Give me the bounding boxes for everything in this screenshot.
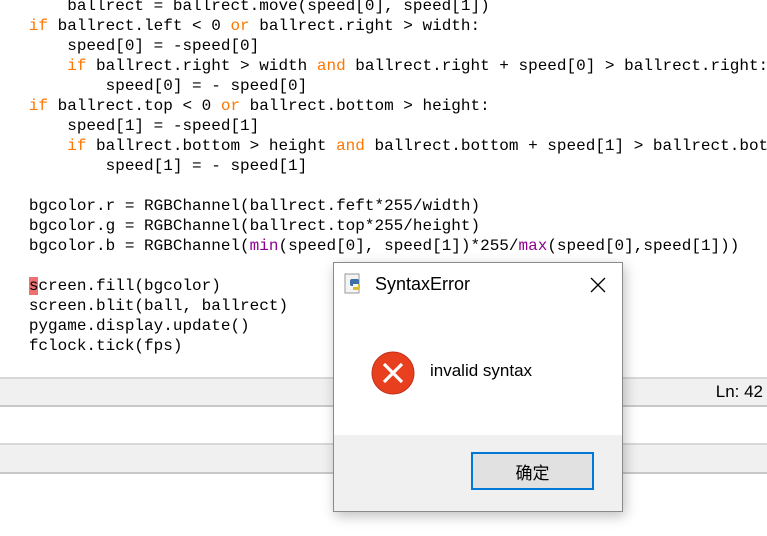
code-token: (speed[0], speed[1])*255/	[278, 237, 519, 255]
code-token: bgcolor.g = RGBChannel(ballrect.top*255/…	[28, 217, 481, 235]
line-number: Ln: 42	[715, 382, 763, 401]
error-icon	[371, 351, 415, 395]
keyword-token: if	[67, 137, 87, 155]
code-token: ballrect.bottom > height	[86, 137, 337, 155]
code-token: speed[0] = -speed[0]	[28, 37, 260, 55]
code-line: bgcolor.g = RGBChannel(ballrect.top*255/…	[0, 216, 767, 236]
code-token: ballrect.bottom > height:	[240, 97, 490, 115]
keyword-token: and	[316, 57, 346, 75]
code-token: ballrect.left < 0	[48, 17, 231, 35]
code-token: bgcolor.b = RGBChannel(	[28, 237, 250, 255]
code-line: if ballrect.left < 0 or ballrect.right >…	[0, 16, 767, 36]
code-token: ballrect.right > width	[86, 57, 317, 75]
python-icon	[344, 273, 360, 294]
code-line: bgcolor.b = RGBChannel(min(speed[0], spe…	[0, 236, 767, 256]
dialog-title: SyntaxError	[375, 274, 471, 294]
error-highlight: s	[28, 277, 39, 295]
code-token: speed[0] = - speed[0]	[28, 77, 308, 95]
keyword-token: if	[28, 17, 49, 35]
code-token: (speed[0],speed[1]))	[547, 237, 740, 255]
builtin-token: min	[249, 237, 279, 255]
code-token: screen.blit(ball, ballrect)	[28, 297, 289, 315]
syntax-error-dialog: SyntaxError invalid syntax 确定	[333, 262, 623, 512]
code-token: creen.fill(bgcolor)	[38, 277, 221, 295]
code-token: speed[1] = - speed[1]	[28, 157, 308, 175]
code-token: ballrect.right + speed[0] > ballrect.rig…	[345, 57, 767, 75]
keyword-token: and	[336, 137, 365, 155]
code-line: speed[1] = -speed[1]	[0, 116, 767, 136]
code-token: speed[1] = -speed[1]	[28, 117, 260, 135]
code-token: bgcolor.r = RGBChannel(ballrect.feft*255…	[28, 197, 481, 215]
error-message: invalid syntax	[430, 361, 533, 380]
code-line: speed[0] = - speed[0]	[0, 76, 767, 96]
builtin-token: max	[518, 237, 548, 255]
code-line	[0, 176, 767, 196]
keyword-token: if	[28, 97, 49, 115]
code-line: ballrect = ballrect.move(speed[0], speed…	[0, 0, 767, 16]
code-token: ballrect.right > width:	[249, 17, 481, 35]
code-line: if ballrect.bottom > height and ballrect…	[0, 136, 767, 156]
ok-button[interactable]: 确定	[471, 452, 594, 490]
keyword-token: or	[230, 17, 250, 35]
code-token: pygame.display.update()	[28, 317, 250, 335]
code-token: ballrect.bottom + speed[1] > ballrect.bo…	[364, 137, 767, 155]
code-token: ballrect.top < 0	[48, 97, 221, 115]
code-line: speed[1] = - speed[1]	[0, 156, 767, 176]
close-icon[interactable]	[586, 273, 610, 297]
keyword-token: or	[220, 97, 241, 115]
keyword-token: if	[67, 57, 87, 75]
code-token: ballrect = ballrect.move(speed[0], speed…	[28, 0, 490, 15]
code-line: speed[0] = -speed[0]	[0, 36, 767, 56]
code-token: fclock.tick(fps)	[28, 337, 183, 355]
code-line: if ballrect.top < 0 or ballrect.bottom >…	[0, 96, 767, 116]
dialog-footer: 确定	[334, 435, 622, 511]
code-line: bgcolor.r = RGBChannel(ballrect.feft*255…	[0, 196, 767, 216]
code-line: if ballrect.right > width and ballrect.r…	[0, 56, 767, 76]
